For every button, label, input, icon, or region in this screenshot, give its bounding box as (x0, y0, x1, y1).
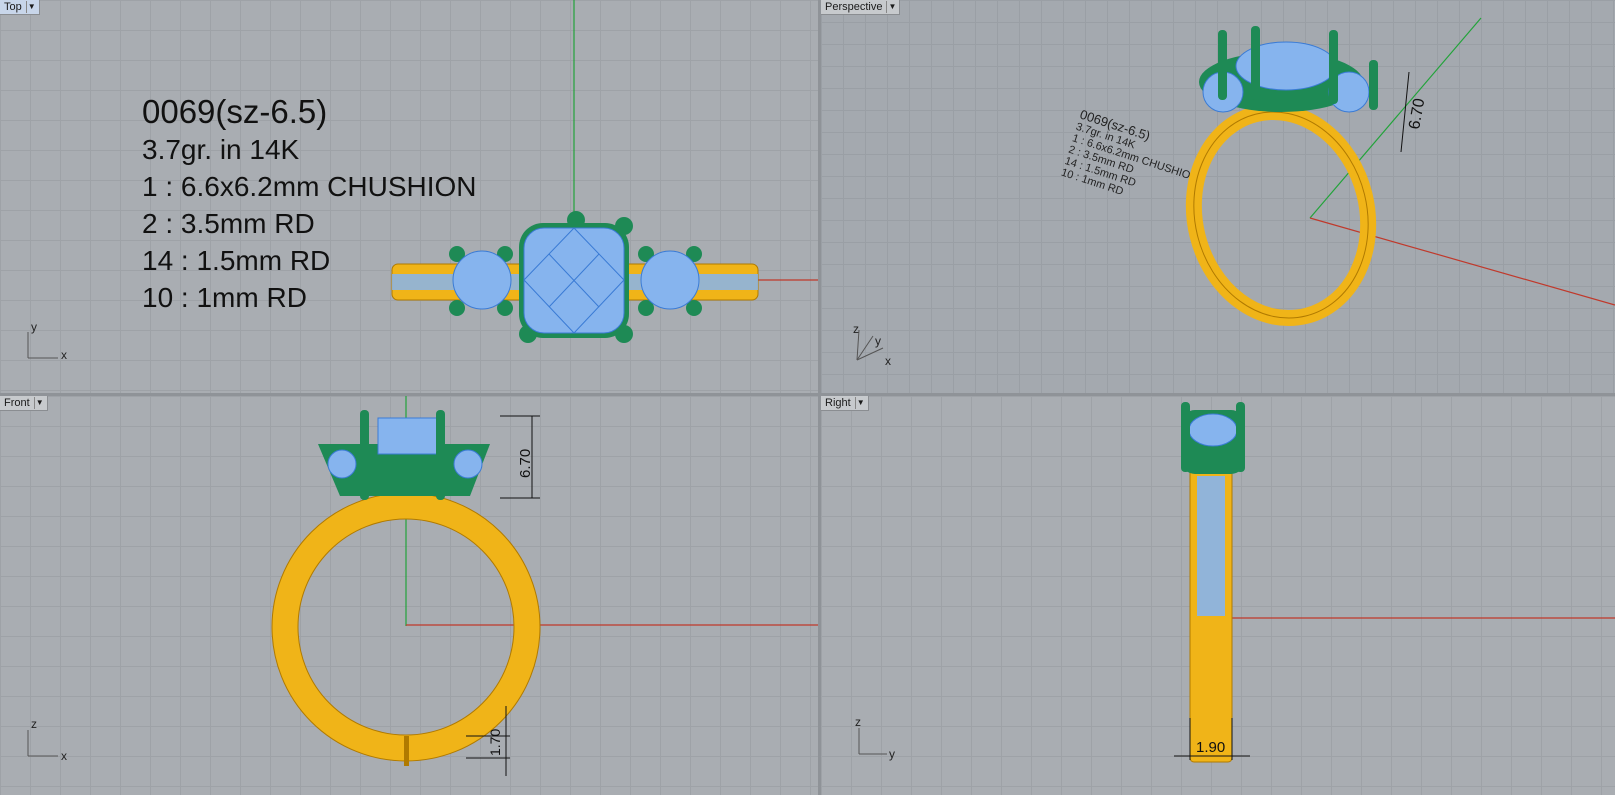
ring-perspective-model (1185, 26, 1378, 327)
svg-text:x: x (885, 354, 891, 368)
viewport-title-top: Top (4, 1, 22, 13)
viewport-tab-top[interactable]: Top ▼ (0, 0, 40, 15)
ring-spec-annotation: 0069(sz-6.5) 3.7gr. in 14K 1 : 6.6x6.2mm… (142, 93, 477, 316)
viewport-perspective[interactable]: Perspective ▼ 0069(sz-6.5) 3.7gr. in 14K… (821, 0, 1615, 393)
dimension-head-height-front: 6.70 (500, 415, 540, 499)
right-view-canvas: 1.90 y z (855, 402, 1615, 763)
svg-text:x: x (61, 749, 67, 763)
svg-text:y: y (875, 334, 881, 348)
svg-text:y: y (889, 747, 895, 761)
svg-text:6.70: 6.70 (517, 449, 534, 478)
spec-line-pave-1: 10 : 1mm RD (142, 282, 307, 313)
viewport-menu-caret-icon[interactable]: ▼ (854, 397, 866, 409)
svg-text:z: z (31, 717, 37, 731)
svg-text:1.90: 1.90 (1196, 739, 1225, 756)
axis-indicator-top: x y (27, 320, 67, 362)
viewport-tab-right[interactable]: Right ▼ (821, 396, 869, 411)
spec-line-side-stones: 2 : 3.5mm RD (142, 208, 315, 239)
perspective-view-canvas: 0069(sz-6.5) 3.7gr. in 14K 1 : 6.6x6.2mm… (853, 17, 1615, 368)
viewport-title-right: Right (825, 397, 851, 409)
axis-label-x: x (61, 348, 67, 362)
viewport-title-front: Front (4, 397, 30, 409)
spec-line-pave-15: 14 : 1.5mm RD (142, 245, 331, 276)
viewport-tab-front[interactable]: Front ▼ (0, 396, 48, 411)
axis-indicator-right: y z (855, 715, 895, 761)
svg-text:z: z (855, 715, 861, 729)
viewport-menu-caret-icon[interactable]: ▼ (886, 1, 897, 13)
spec-line-center-stone: 1 : 6.6x6.2mm CHUSHION (142, 171, 477, 202)
spec-line-weight: 3.7gr. in 14K (142, 134, 300, 165)
viewport-title-perspective: Perspective (825, 1, 883, 13)
axis-label-y: y (31, 320, 37, 334)
viewport-front[interactable]: Front ▼ 6.70 1.70 x z (0, 396, 818, 795)
viewport-top[interactable]: Top ▼ 0069(sz-6.5) 3.7gr. in 14K 1 : 6.6… (0, 0, 818, 393)
axis-indicator-front: x z (27, 717, 67, 763)
viewport-tab-perspective[interactable]: Perspective ▼ (821, 0, 901, 15)
ring-right-model (1181, 402, 1245, 763)
perspective-annotation: 0069(sz-6.5) 3.7gr. in 14K 1 : 6.6x6.2mm… (1060, 107, 1200, 198)
side-stone-right (640, 250, 700, 310)
svg-text:z: z (853, 322, 859, 336)
front-view-canvas: 6.70 1.70 x z (27, 396, 818, 776)
viewport-right[interactable]: Right ▼ 1.90 y z (821, 396, 1615, 795)
svg-text:1.70: 1.70 (487, 729, 503, 756)
viewport-menu-caret-icon[interactable]: ▼ (25, 1, 37, 13)
axis-indicator-perspective: x y z (853, 322, 891, 368)
viewport-menu-caret-icon[interactable]: ▼ (33, 397, 45, 409)
spec-line-model: 0069(sz-6.5) (142, 93, 328, 130)
